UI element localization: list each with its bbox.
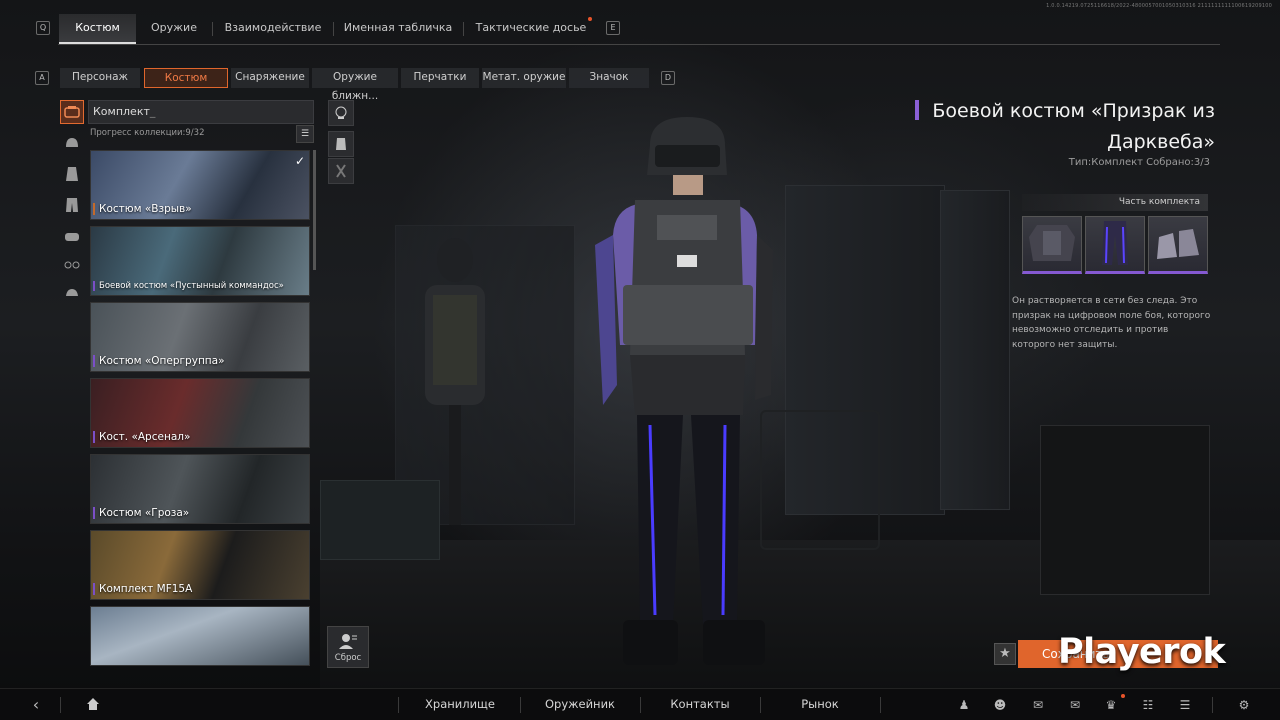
divider bbox=[880, 697, 881, 713]
card-label: Боевой костюм «Пустынный коммандос» bbox=[93, 281, 284, 291]
collection-card[interactable] bbox=[90, 606, 310, 666]
divider bbox=[212, 22, 213, 36]
glasses-icon[interactable] bbox=[60, 253, 84, 277]
divider bbox=[398, 697, 399, 713]
nav-storage[interactable]: Хранилище bbox=[400, 689, 520, 720]
subtab-badge[interactable]: Значок bbox=[569, 68, 649, 88]
camera-icon bbox=[335, 106, 347, 119]
check-icon: ✓ bbox=[294, 154, 305, 168]
emote-button[interactable] bbox=[328, 158, 354, 184]
profile-icon[interactable]: ☻ bbox=[992, 697, 1008, 713]
pose-button[interactable] bbox=[328, 131, 354, 157]
set-part-jacket[interactable] bbox=[1022, 216, 1082, 274]
collection-card[interactable]: Кост. «Арсенал» bbox=[90, 378, 310, 448]
trophy-icon[interactable]: ♛ bbox=[1103, 697, 1119, 713]
locker bbox=[940, 190, 1010, 510]
subtab-character[interactable]: Персонаж bbox=[60, 68, 140, 88]
reset-label: Сброс bbox=[334, 653, 362, 663]
nav-market[interactable]: Рынок bbox=[760, 689, 880, 720]
mail-icon[interactable]: ✉ bbox=[1067, 697, 1083, 713]
nav-armory[interactable]: Оружейник bbox=[520, 689, 640, 720]
divider bbox=[463, 22, 464, 36]
key-hint-d: D bbox=[661, 71, 675, 85]
tab-nameplate[interactable]: Именная табличка bbox=[338, 14, 458, 44]
boots-icon bbox=[1157, 229, 1199, 259]
pants-icon[interactable] bbox=[60, 193, 84, 217]
divider bbox=[60, 697, 61, 713]
tab-costume[interactable]: Костюм bbox=[59, 14, 136, 44]
top-navigation: Q Костюм Оружие Взаимодействие Именная т… bbox=[0, 0, 1280, 46]
jacket-icon bbox=[1029, 225, 1075, 261]
card-label: Костюм «Взрыв» bbox=[93, 203, 192, 215]
set-part-pants[interactable] bbox=[1085, 216, 1145, 274]
settings-icon[interactable]: ⚙ bbox=[1236, 697, 1252, 713]
rarity-bar bbox=[915, 100, 919, 120]
character-model bbox=[595, 117, 773, 665]
vest-icon bbox=[336, 138, 346, 150]
subtab-costume[interactable]: Костюм bbox=[144, 68, 228, 88]
wall-panel bbox=[1040, 425, 1210, 595]
sort-button[interactable]: ☰ bbox=[296, 125, 314, 143]
favorite-button[interactable]: ★ bbox=[994, 643, 1016, 665]
version-text: 1.0.0.14219.0725116618/2022-480005700105… bbox=[1046, 3, 1272, 9]
cap-icon[interactable] bbox=[60, 281, 84, 305]
item-type: Тип:Комплект Собрано:3/3 bbox=[1068, 157, 1210, 168]
tab-interaction[interactable]: Взаимодействие bbox=[218, 14, 328, 44]
item-title: Боевой костюм «Призрак из Дарквеба» bbox=[915, 96, 1215, 158]
card-label: Комплект MF15A bbox=[93, 583, 192, 595]
key-hint-q: Q bbox=[36, 21, 50, 35]
star-icon: ★ bbox=[999, 646, 1011, 661]
subtab-gear[interactable]: Снаряжение bbox=[231, 68, 309, 88]
tasks-icon[interactable]: ☷ bbox=[1140, 697, 1156, 713]
tab-weapons[interactable]: Оружие bbox=[140, 14, 208, 44]
scrollbar[interactable] bbox=[313, 150, 316, 270]
subtab-throwables[interactable]: Метат. оружие bbox=[482, 68, 566, 88]
subtab-melee[interactable]: Оружие ближн... bbox=[312, 68, 398, 102]
collection-progress: Прогресс коллекции:9/32 bbox=[90, 128, 205, 138]
pants-icon bbox=[1102, 221, 1128, 265]
jacket-icon[interactable] bbox=[60, 162, 84, 186]
notification-dot bbox=[588, 17, 592, 21]
key-hint-e: E bbox=[606, 21, 620, 35]
collection-filter[interactable]: Комплект_ bbox=[88, 100, 314, 124]
back-icon[interactable]: ‹ bbox=[28, 697, 44, 713]
item-title-line1: Боевой костюм «Призрак из bbox=[932, 100, 1215, 122]
collection-card[interactable]: Костюм «Гроза» bbox=[90, 454, 310, 524]
card-label: Костюм «Гроза» bbox=[93, 507, 189, 519]
gloves-icon[interactable] bbox=[60, 224, 84, 248]
hanger-icon bbox=[336, 164, 346, 178]
list-icon[interactable]: ☰ bbox=[1177, 697, 1193, 713]
top-divider bbox=[58, 44, 1220, 45]
home-icon[interactable] bbox=[85, 697, 101, 713]
subtab-gloves[interactable]: Перчатки bbox=[401, 68, 479, 88]
key-hint-a: A bbox=[35, 71, 49, 85]
tab-tactical-dossier[interactable]: Тактические досье bbox=[468, 14, 594, 44]
reset-button[interactable]: Сброс bbox=[327, 626, 369, 668]
friends-icon[interactable]: ♟ bbox=[956, 697, 972, 713]
bottom-bar: ‹ Хранилище Оружейник Контакты Рынок ♟ ☻… bbox=[0, 688, 1280, 720]
divider bbox=[333, 22, 334, 36]
user-reset-icon bbox=[339, 634, 357, 649]
chat-icon[interactable]: ✉ bbox=[1030, 697, 1046, 713]
helmet-icon[interactable] bbox=[60, 131, 84, 155]
set-part-boots[interactable] bbox=[1148, 216, 1208, 274]
parts-header: Часть комплекта bbox=[1022, 194, 1208, 211]
collection-card[interactable]: ✓ Костюм «Взрыв» bbox=[90, 150, 310, 220]
collection-filter-label: Комплект bbox=[93, 105, 150, 118]
card-label: Кост. «Арсенал» bbox=[93, 431, 190, 443]
divider bbox=[1212, 697, 1213, 713]
view-toggle-button[interactable] bbox=[328, 100, 354, 126]
card-label: Костюм «Опергруппа» bbox=[93, 355, 225, 367]
collection-card[interactable]: Боевой костюм «Пустынный коммандос» bbox=[90, 226, 310, 296]
nav-contacts[interactable]: Контакты bbox=[640, 689, 760, 720]
item-description: Он растворяется в сети без следа. Это пр… bbox=[1012, 296, 1211, 350]
collection-card[interactable]: Комплект MF15A bbox=[90, 530, 310, 600]
suit-icon[interactable] bbox=[60, 100, 84, 124]
collection-card[interactable]: Костюм «Опергруппа» bbox=[90, 302, 310, 372]
notification-dot bbox=[1121, 694, 1125, 698]
watermark: Playerok bbox=[1058, 632, 1226, 672]
crate bbox=[320, 480, 440, 560]
item-title-line2: Дарквеба» bbox=[1107, 131, 1215, 153]
